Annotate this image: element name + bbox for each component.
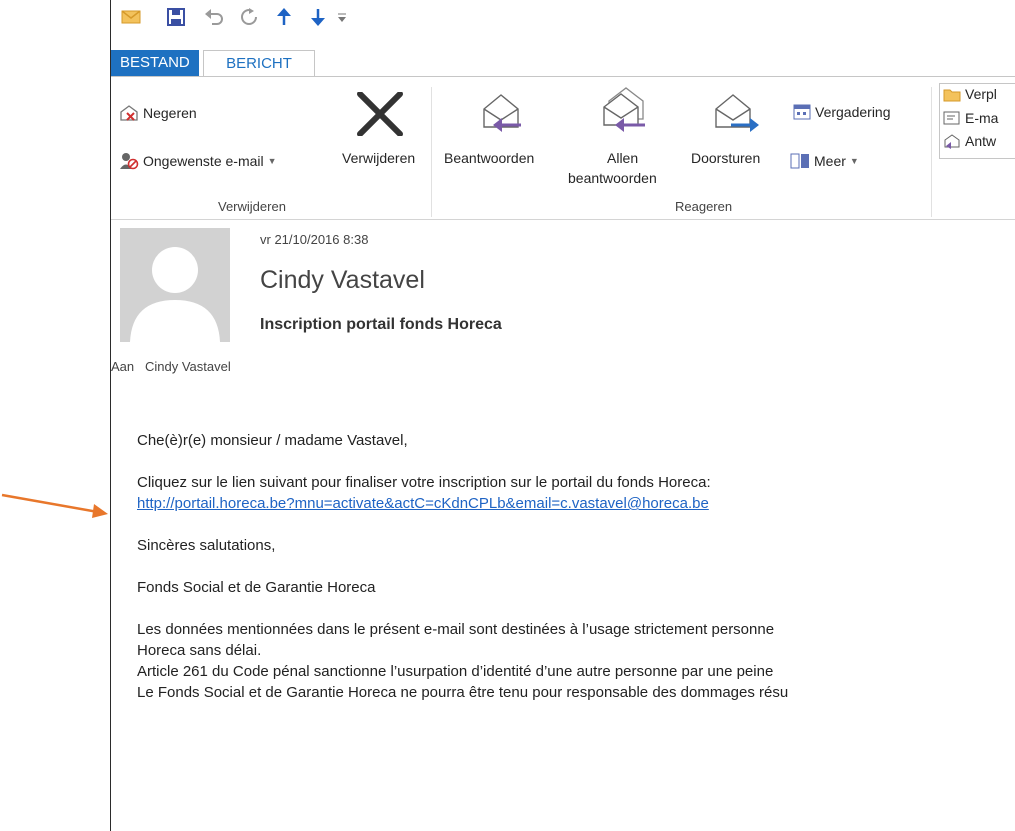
group-separator [431,87,432,217]
ignore-icon [120,105,138,121]
tab-file[interactable]: BESTAND [111,50,199,77]
to-label: Aan [111,359,135,374]
save-icon[interactable] [167,6,185,28]
chevron-down-icon: ▼ [849,156,859,166]
junk-button[interactable]: Ongewenste e-mail ▼ [119,152,277,170]
more-label: Meer [814,153,846,169]
chevron-down-icon: ▼ [267,156,277,166]
delete-label: Verwijderen [342,150,416,166]
ribbon-tabs: BESTAND BERICHT [111,50,1015,78]
forward-icon[interactable] [713,89,761,133]
meeting-label: Vergadering [815,104,891,120]
customize-qat-icon[interactable] [337,6,347,28]
instruction-text: Cliquez sur le lien suivant pour finalis… [137,474,711,491]
down-arrow-icon[interactable] [310,6,326,28]
redo-icon[interactable] [239,6,259,28]
group-separator [931,87,932,217]
reply-all-icon[interactable] [601,85,649,133]
email-label: E-ma [965,110,999,126]
activation-link[interactable]: http://portail.horeca.be?mnu=activate&ac… [137,495,709,512]
message-header: vr 21/10/2016 8:38 Cindy Vastavel Inscri… [111,218,1015,378]
more-button[interactable]: Meer ▼ [790,152,859,170]
ignore-label: Negeren [143,105,197,121]
meeting-button[interactable]: Vergadering [793,104,891,120]
junk-label: Ongewenste e-mail [143,153,264,169]
respond-group-label: Reageren [675,199,733,214]
forward-button[interactable]: Doorsturen [691,150,760,166]
person-icon [130,247,220,342]
folder-icon [943,89,961,102]
quick-steps-box: Verpl E-ma Antw [939,83,1015,159]
to-recipient[interactable]: Cindy Vastavel [145,359,231,374]
signature-text: Fonds Social et de Garantie Horeca [137,579,376,596]
avatar [120,228,230,342]
reply-all-label-1[interactable]: Allen [607,150,638,166]
message-date: vr 21/10/2016 8:38 [260,232,369,247]
disclaimer-line-1: Les données mentionnées dans le présent … [137,621,775,638]
reply-button[interactable]: Beantwoorden [444,150,534,166]
more-icon [790,153,809,169]
email-template-icon [943,111,960,125]
closing-text: Sincères salutations, [137,537,276,554]
reply-step-label: Antw [965,133,997,149]
ignore-button[interactable]: Negeren [119,104,197,122]
meeting-icon [793,104,811,120]
junk-icon [120,153,139,170]
up-arrow-icon[interactable] [276,6,292,28]
disclaimer-line-4: Le Fonds Social et de Garantie Horeca ne… [137,684,789,701]
message-subject: Inscription portail fonds Horeca [260,316,502,333]
delete-group-label: Verwijderen [218,199,286,214]
email-step[interactable]: E-ma [943,110,998,126]
move-label: Verpl [965,86,997,102]
quick-access-toolbar [111,0,1015,50]
mail-icon[interactable] [121,6,141,28]
reply-all-label-2[interactable]: beantwoorden [568,170,657,186]
greeting-text: Che(è)r(e) monsieur / madame Vastavel, [137,432,408,449]
sender-name[interactable]: Cindy Vastavel [260,266,425,295]
outlook-message-window: BESTAND BERICHT Negeren Ongewenste e-mai… [110,0,1015,831]
annotation-arrow [1,493,108,518]
message-body: Che(è)r(e) monsieur / madame Vastavel, C… [137,430,1015,703]
delete-x-icon [357,92,403,136]
reply-icon[interactable] [481,89,525,133]
undo-icon[interactable] [204,6,224,28]
reply-step[interactable]: Antw [943,133,996,149]
ribbon: Negeren Ongewenste e-mail ▼ Verwijderen … [111,76,1015,220]
delete-button[interactable] [349,92,419,136]
disclaimer-line-3: Article 261 du Code pénal sanctionne l’u… [137,663,774,680]
disclaimer-line-2: Horeca sans délai. [137,642,262,659]
move-step[interactable]: Verpl [943,86,997,102]
tab-message[interactable]: BERICHT [203,50,315,78]
reply-small-icon [944,134,960,149]
